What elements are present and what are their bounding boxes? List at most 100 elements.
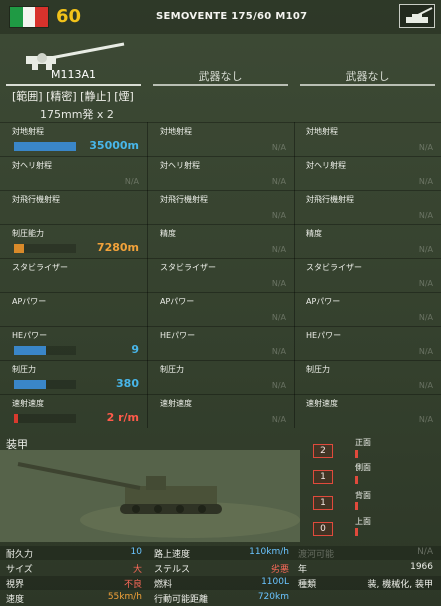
- stealth-label: ステルス: [154, 565, 191, 575]
- vision-label: 視界: [6, 580, 25, 590]
- armor-front-label: 正面: [355, 438, 371, 447]
- info-row-3: 視界 不良 燃料 1100L 種類 装, 機械化, 装甲: [0, 576, 441, 590]
- year-value: 1966: [410, 562, 433, 572]
- weapon-slot-1[interactable]: M113A1: [0, 68, 147, 81]
- stat-label: 速射速度: [306, 399, 338, 408]
- stat-cell: APパワー: [12, 292, 147, 326]
- type-value: 装, 機械化, 装甲: [367, 580, 433, 590]
- weapon-slot-1-underline: [6, 84, 141, 86]
- stat-label: 対ヘリ射程: [160, 161, 200, 170]
- stat-value: N/A: [271, 279, 286, 288]
- self-propelled-gun-icon: [399, 4, 435, 28]
- stat-label: 制圧能力: [12, 229, 44, 238]
- stat-cell: APパワー N/A: [160, 292, 294, 326]
- weapon-slot-3[interactable]: 武器なし: [294, 68, 441, 84]
- stat-label: スタビライザー: [306, 263, 362, 272]
- amphibious-value: N/A: [417, 547, 433, 557]
- stat-label: APパワー: [12, 297, 47, 306]
- durability-label: 耐久力: [6, 550, 34, 560]
- stat-label: 速射速度: [12, 399, 44, 408]
- armor-rear-bar: [355, 502, 358, 510]
- stat-value: N/A: [124, 177, 139, 186]
- range-value: 720km: [257, 592, 289, 602]
- stat-cell: 対飛行機射程 N/A: [160, 190, 294, 224]
- stat-label: HEパワー: [12, 331, 48, 340]
- armor-side-value: 1: [313, 470, 333, 484]
- stat-cell: 対ヘリ射程 N/A: [306, 156, 441, 190]
- stat-value: 35000m: [89, 139, 139, 152]
- stat-label: HEパワー: [160, 331, 196, 340]
- stat-cell: 速射速度 2 r/m: [12, 394, 147, 428]
- armor-top-label: 上面: [355, 517, 371, 526]
- amphibious-label: 渡河可能: [298, 550, 335, 560]
- stat-cell: APパワー N/A: [306, 292, 441, 326]
- unit-card: 60 SEMOVENTE 175/60 M107 M113A1 武器なし 武器な…: [0, 0, 441, 606]
- size-label: サイズ: [6, 565, 33, 575]
- stat-value: N/A: [271, 245, 286, 254]
- stat-label: 対飛行機射程: [160, 195, 208, 204]
- stat-value: 9: [131, 343, 139, 356]
- armor-side-bar: [355, 476, 358, 484]
- stat-bar-track: [14, 414, 76, 423]
- stat-value: N/A: [418, 279, 433, 288]
- stat-value: N/A: [418, 211, 433, 220]
- weapon-ammo: 175mm発 x 2: [40, 108, 114, 121]
- stat-cell: 制圧力 N/A: [160, 360, 294, 394]
- type-label: 種類: [298, 580, 317, 590]
- stat-value: N/A: [418, 245, 433, 254]
- stat-bar-fill: [14, 346, 46, 355]
- stat-value: N/A: [418, 347, 433, 356]
- weapon-slot-2-underline: [153, 84, 288, 86]
- durability-value: 10: [130, 547, 142, 557]
- stat-value: N/A: [271, 211, 286, 220]
- stat-label: 精度: [306, 229, 322, 238]
- stat-label: 速射速度: [160, 399, 192, 408]
- italy-flag-icon: [9, 6, 49, 28]
- stat-label: スタビライザー: [160, 263, 216, 272]
- stat-cell: 速射速度 N/A: [160, 394, 294, 428]
- stat-cell: 対飛行機射程 N/A: [306, 190, 441, 224]
- armor-top-value: 0: [313, 522, 333, 536]
- stat-cell: 制圧能力 7280m: [12, 224, 147, 258]
- stat-cell: 制圧力 N/A: [306, 360, 441, 394]
- stat-label: 対地射程: [12, 127, 44, 136]
- road-speed-label: 路上速度: [154, 550, 191, 560]
- stat-cell: スタビライザー N/A: [160, 258, 294, 292]
- armor-rear-label: 背面: [355, 491, 371, 500]
- range-label: 行動可能距離: [154, 595, 209, 605]
- stat-label: HEパワー: [306, 331, 342, 340]
- stat-label: 対地射程: [160, 127, 192, 136]
- armor-front-bar: [355, 450, 358, 458]
- stat-value: N/A: [418, 381, 433, 390]
- weapon-slot-2[interactable]: 武器なし: [147, 68, 294, 84]
- stat-label: 制圧力: [12, 365, 36, 374]
- stat-cell: 精度 N/A: [306, 224, 441, 258]
- stat-cell: HEパワー 9: [12, 326, 147, 360]
- stat-value: N/A: [418, 313, 433, 322]
- stat-cell: 制圧力 380: [12, 360, 147, 394]
- stat-value: N/A: [271, 415, 286, 424]
- stat-cell: スタビライザー: [12, 258, 147, 292]
- weapon-traits: [範囲] [精密] [静止] [煙]: [12, 90, 134, 103]
- armor-front-value: 2: [313, 444, 333, 458]
- speed-label: 速度: [6, 595, 25, 605]
- info-row-2: サイズ 大 ステルス 劣悪 年 1966: [0, 561, 441, 575]
- stat-value: N/A: [418, 143, 433, 152]
- stat-label: 対飛行機射程: [306, 195, 354, 204]
- stat-value: 7280m: [96, 241, 139, 254]
- stat-value: N/A: [271, 381, 286, 390]
- stat-value: N/A: [271, 347, 286, 356]
- stat-value: 2 r/m: [106, 411, 139, 424]
- unit-preview-image: [0, 450, 300, 542]
- stat-cell: 対ヘリ射程 N/A: [160, 156, 294, 190]
- fuel-label: 燃料: [154, 580, 173, 590]
- stat-value: 380: [116, 377, 139, 390]
- stat-cell: HEパワー N/A: [160, 326, 294, 360]
- weapon-slot-3-underline: [300, 84, 435, 86]
- unit-header: 60 SEMOVENTE 175/60 M107: [0, 0, 441, 34]
- info-row-1: 耐久力 10 路上速度 110km/h 渡河可能 N/A: [0, 546, 441, 560]
- stat-bar-fill: [14, 142, 76, 151]
- stat-bar-fill: [14, 244, 24, 253]
- stat-bar-fill: [14, 380, 46, 389]
- stat-value: N/A: [271, 313, 286, 322]
